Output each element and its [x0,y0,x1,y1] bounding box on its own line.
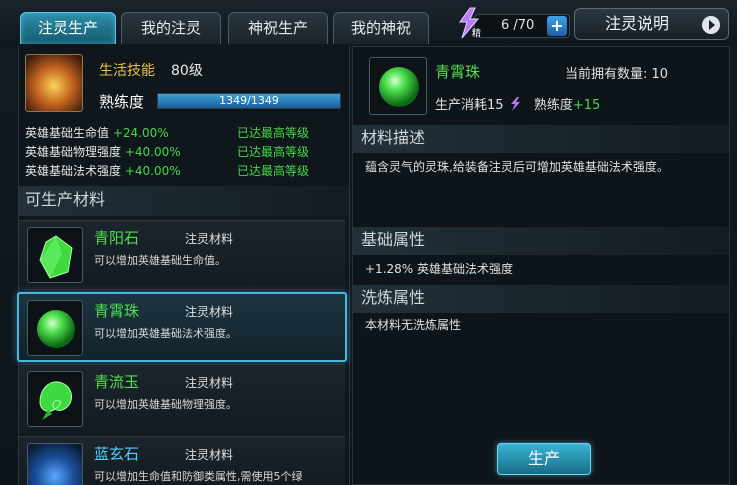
svg-text:精: 精 [472,27,481,39]
owned-count: 当前拥有数量: 10 [565,67,669,82]
left-panel: 生活技能 80级 熟练度 1349/1349 英雄基础生命值 +24.00% 已… [17,46,350,485]
infusion-help-button[interactable]: 注灵说明 [574,8,729,40]
proficiency-label: 熟练度 [99,93,145,111]
material-name: 青霄珠 [94,302,140,320]
detail-item-name: 青霄珠 [435,63,481,81]
stat-label: 英雄基础法术强度 [25,164,122,178]
material-desc: 可以增加英雄基础法术强度。 [94,327,237,340]
produce-button[interactable]: 生产 [497,443,591,475]
material-name: 蓝玄石 [94,445,140,463]
stat-row-physical: 英雄基础物理强度 +40.00% [25,143,181,160]
green-crystal-icon [27,227,83,283]
refine-attributes-title: 洗炼属性 [353,285,729,313]
tab-blessing-production[interactable]: 神祝生产 [228,12,328,44]
material-name: 青阳石 [94,229,140,247]
production-cost: 生产消耗15 熟练度+15 [435,94,600,113]
spirit-essence-icon [510,97,520,111]
essence-count-box: 6 /70 + [474,14,570,38]
stat-label: 英雄基础物理强度 [25,145,122,159]
essence-counter: 6 /70 + 精 [452,6,570,42]
detail-panel: 青霄珠 当前拥有数量: 10 生产消耗15 熟练度+15 材料描述 蕴含灵气的灵… [352,46,730,485]
stat-row-hp: 英雄基础生命值 +24.00% [25,124,169,141]
stat-value: +40.00% [124,164,181,178]
stat-status: 已达最高等级 [237,164,310,178]
material-description: 蕴含灵气的灵珠,给装备注灵后可增加英雄基础法术强度。 [365,160,669,174]
proficiency-value: 1349/1349 [219,94,279,107]
material-type: 注灵材料 [185,232,234,246]
arrow-right-icon [702,16,720,34]
material-desc: 可以增加生命值和防御类属性,需使用5个绿 [94,470,303,483]
crafting-screen: 注灵生产 我的注灵 神祝生产 我的神祝 6 /70 + 精 注灵说明 生活技能 … [0,0,737,485]
stat-status: 已达最高等级 [237,126,310,140]
base-attributes-value: +1.28% 英雄基础法术强度 [365,262,513,276]
material-desc: 可以增加英雄基础物理强度。 [94,398,237,411]
green-jade-icon [27,371,83,427]
add-essence-button[interactable]: + [547,16,567,36]
tab-my-blessing[interactable]: 我的神祝 [333,12,429,44]
material-name: 青流玉 [94,373,140,391]
tab-my-infusion[interactable]: 我的注灵 [121,12,221,44]
material-item-qingliu-jade[interactable]: 青流玉 注灵材料 可以增加英雄基础物理强度。 [19,364,345,434]
help-button-label: 注灵说明 [605,14,670,33]
stat-status: 已达最高等级 [237,145,310,159]
blue-stone-icon [27,443,83,485]
material-type: 注灵材料 [185,305,234,319]
material-desc: 可以增加英雄基础生命值。 [94,254,226,267]
material-item-qingyang-stone[interactable]: 青阳石 注灵材料 可以增加英雄基础生命值。 [19,220,345,290]
spirit-essence-icon: 精 [459,7,481,39]
material-type: 注灵材料 [185,448,234,462]
material-type: 注灵材料 [185,376,234,390]
material-item-lanxuan-stone[interactable]: 蓝玄石 注灵材料 可以增加生命值和防御类属性,需使用5个绿 [19,436,345,485]
essence-count: 6 /70 [501,18,535,33]
skill-level: 80级 [171,63,203,79]
skill-name: 生活技能 [99,63,155,79]
stat-row-magic: 英雄基础法术强度 +40.00% [25,162,181,179]
material-item-qingxiao-pearl[interactable]: 青霄珠 注灵材料 可以增加英雄基础法术强度。 [17,292,347,362]
stat-value: +40.00% [124,145,181,159]
top-bar: 注灵生产 我的注灵 神祝生产 我的神祝 6 /70 + 精 注灵说明 [0,0,737,46]
refine-attributes-value: 本材料无洗炼属性 [365,318,462,332]
materials-section-title: 可生产材料 [19,186,349,216]
proficiency-gain-label: 熟练度 [533,98,573,113]
proficiency-bar: 1349/1349 [157,93,341,109]
tab-infusion-production[interactable]: 注灵生产 [20,12,116,44]
proficiency-gain-value: +15 [572,98,601,113]
life-skill-icon [25,54,83,112]
description-section-title: 材料描述 [353,125,729,153]
stat-label: 英雄基础生命值 [25,126,110,140]
base-attributes-title: 基础属性 [353,227,729,255]
stat-value: +24.00% [112,126,169,140]
cost-label: 生产消耗15 [435,98,504,113]
green-orb-icon [369,57,427,115]
green-orb-icon [27,300,83,356]
